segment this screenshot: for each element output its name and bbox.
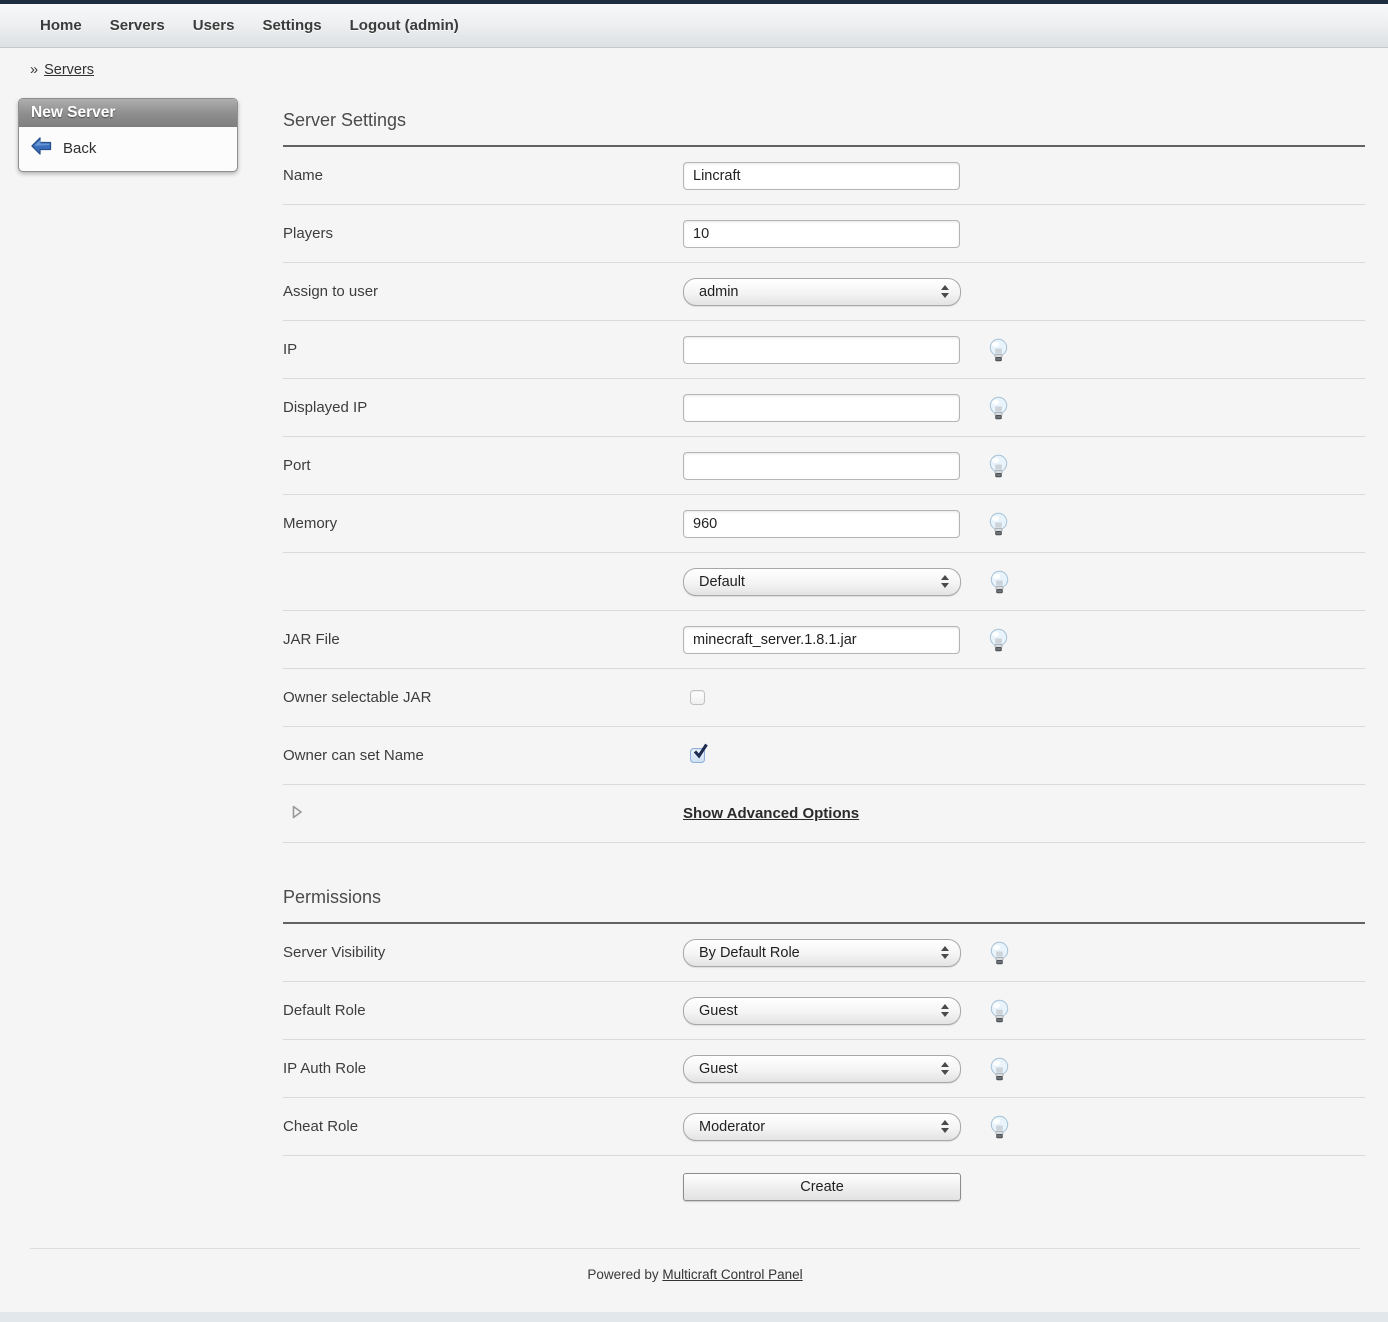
- field-label: Name: [283, 167, 683, 184]
- breadcrumb-separator: »: [30, 62, 38, 78]
- lightbulb-icon[interactable]: [987, 396, 1010, 420]
- owner-selectable-jar-checkbox[interactable]: [690, 690, 705, 705]
- back-button[interactable]: Back: [19, 127, 237, 171]
- form-row-ip: IP: [283, 321, 1365, 379]
- show-advanced-options-link[interactable]: Show Advanced Options: [683, 805, 859, 822]
- nav-item-home[interactable]: Home: [40, 17, 82, 34]
- lightbulb-icon[interactable]: [987, 512, 1010, 536]
- nav-item-servers[interactable]: Servers: [110, 17, 165, 34]
- form-row-port: Port: [283, 437, 1365, 495]
- displayed-ip-input[interactable]: [683, 394, 960, 422]
- multicraft-link[interactable]: Multicraft Control Panel: [662, 1267, 802, 1282]
- default-role-select[interactable]: Guest: [683, 997, 961, 1025]
- form-row-server-visibility: Server Visibility By Default Role: [283, 924, 1365, 982]
- back-label: Back: [63, 140, 96, 157]
- footer: Powered by Multicraft Control Panel: [30, 1248, 1360, 1312]
- advanced-toggle-cell: [283, 805, 683, 823]
- create-button[interactable]: Create: [683, 1173, 961, 1201]
- form-row-assign-to-user: Assign to user admin: [283, 263, 1365, 321]
- lightbulb-icon[interactable]: [988, 999, 1011, 1023]
- name-input[interactable]: [683, 162, 960, 190]
- form-row-owner-selectable-jar: Owner selectable JAR: [283, 669, 1365, 727]
- field-label: Assign to user: [283, 283, 683, 300]
- bottom-strip: [0, 1312, 1388, 1322]
- field-label: Memory: [283, 515, 683, 532]
- form-row-create: Create: [283, 1156, 1365, 1218]
- sidebar: New Server Back: [0, 88, 273, 172]
- assign-to-user-select[interactable]: admin: [683, 278, 961, 306]
- footer-text: Powered by: [587, 1267, 658, 1282]
- form-row-ip-auth-role: IP Auth Role Guest: [283, 1040, 1365, 1098]
- form-row-players: Players: [283, 205, 1365, 263]
- form-row-default-option: Default: [283, 553, 1365, 611]
- select-value: Guest: [699, 1061, 738, 1077]
- jar-file-input[interactable]: [683, 626, 960, 654]
- field-label: Owner selectable JAR: [283, 689, 683, 706]
- panel-title: New Server: [19, 99, 237, 127]
- field-label: Owner can set Name: [283, 747, 683, 764]
- port-input[interactable]: [683, 452, 960, 480]
- page: Home Servers Users Settings Logout (admi…: [0, 0, 1388, 1322]
- form-row-cheat-role: Cheat Role Moderator: [283, 1098, 1365, 1156]
- checkmark-icon: [691, 742, 711, 762]
- field-label: Port: [283, 457, 683, 474]
- field-label: Server Visibility: [283, 944, 683, 961]
- collapsed-triangle-icon[interactable]: [292, 805, 303, 819]
- breadcrumb-servers-link[interactable]: Servers: [44, 62, 94, 78]
- field-label: IP Auth Role: [283, 1060, 683, 1077]
- up-down-stepper-icon: [941, 1062, 949, 1075]
- main-navigation: Home Servers Users Settings Logout (admi…: [0, 4, 1388, 48]
- new-server-panel: New Server Back: [18, 98, 238, 172]
- up-down-stepper-icon: [941, 1004, 949, 1017]
- form-row-name: Name: [283, 147, 1365, 205]
- lightbulb-icon[interactable]: [988, 1057, 1011, 1081]
- owner-can-set-name-checkbox[interactable]: [690, 748, 705, 763]
- server-settings-heading: Server Settings: [283, 110, 1365, 147]
- up-down-stepper-icon: [941, 1120, 949, 1133]
- field-label: JAR File: [283, 631, 683, 648]
- field-label: Displayed IP: [283, 399, 683, 416]
- permissions-heading: Permissions: [283, 887, 1365, 924]
- select-value: Guest: [699, 1003, 738, 1019]
- breadcrumb: » Servers: [30, 62, 1388, 78]
- form-row-owner-can-set-name: Owner can set Name: [283, 727, 1365, 785]
- field-label: Default Role: [283, 1002, 683, 1019]
- nav-item-users[interactable]: Users: [193, 17, 235, 34]
- memory-input[interactable]: [683, 510, 960, 538]
- nav-item-settings[interactable]: Settings: [262, 17, 321, 34]
- content-columns: New Server Back Server Settings Name: [0, 88, 1388, 1220]
- select-value: admin: [699, 284, 739, 300]
- form-row-displayed-ip: Displayed IP: [283, 379, 1365, 437]
- select-value: Default: [699, 574, 745, 590]
- select-value: By Default Role: [699, 945, 800, 961]
- players-input[interactable]: [683, 220, 960, 248]
- ip-input[interactable]: [683, 336, 960, 364]
- select-value: Moderator: [699, 1119, 765, 1135]
- back-arrow-icon: [31, 137, 52, 159]
- up-down-stepper-icon: [941, 575, 949, 588]
- ip-auth-role-select[interactable]: Guest: [683, 1055, 961, 1083]
- field-label: Players: [283, 225, 683, 242]
- field-label: Cheat Role: [283, 1118, 683, 1135]
- lightbulb-icon[interactable]: [987, 628, 1010, 652]
- field-label: IP: [283, 341, 683, 358]
- form-row-jar-file: JAR File: [283, 611, 1365, 669]
- up-down-stepper-icon: [941, 285, 949, 298]
- lightbulb-icon[interactable]: [988, 1115, 1011, 1139]
- lightbulb-icon[interactable]: [987, 454, 1010, 478]
- cheat-role-select[interactable]: Moderator: [683, 1113, 961, 1141]
- main-content: Server Settings Name Players Assign to u…: [273, 88, 1365, 1218]
- form-row-memory: Memory: [283, 495, 1365, 553]
- up-down-stepper-icon: [941, 946, 949, 959]
- lightbulb-icon[interactable]: [988, 570, 1011, 594]
- server-visibility-select[interactable]: By Default Role: [683, 939, 961, 967]
- default-option-select[interactable]: Default: [683, 568, 961, 596]
- nav-item-logout[interactable]: Logout (admin): [350, 17, 459, 34]
- lightbulb-icon[interactable]: [988, 941, 1011, 965]
- lightbulb-icon[interactable]: [987, 338, 1010, 362]
- form-row-advanced-options: Show Advanced Options: [283, 785, 1365, 843]
- form-row-default-role: Default Role Guest: [283, 982, 1365, 1040]
